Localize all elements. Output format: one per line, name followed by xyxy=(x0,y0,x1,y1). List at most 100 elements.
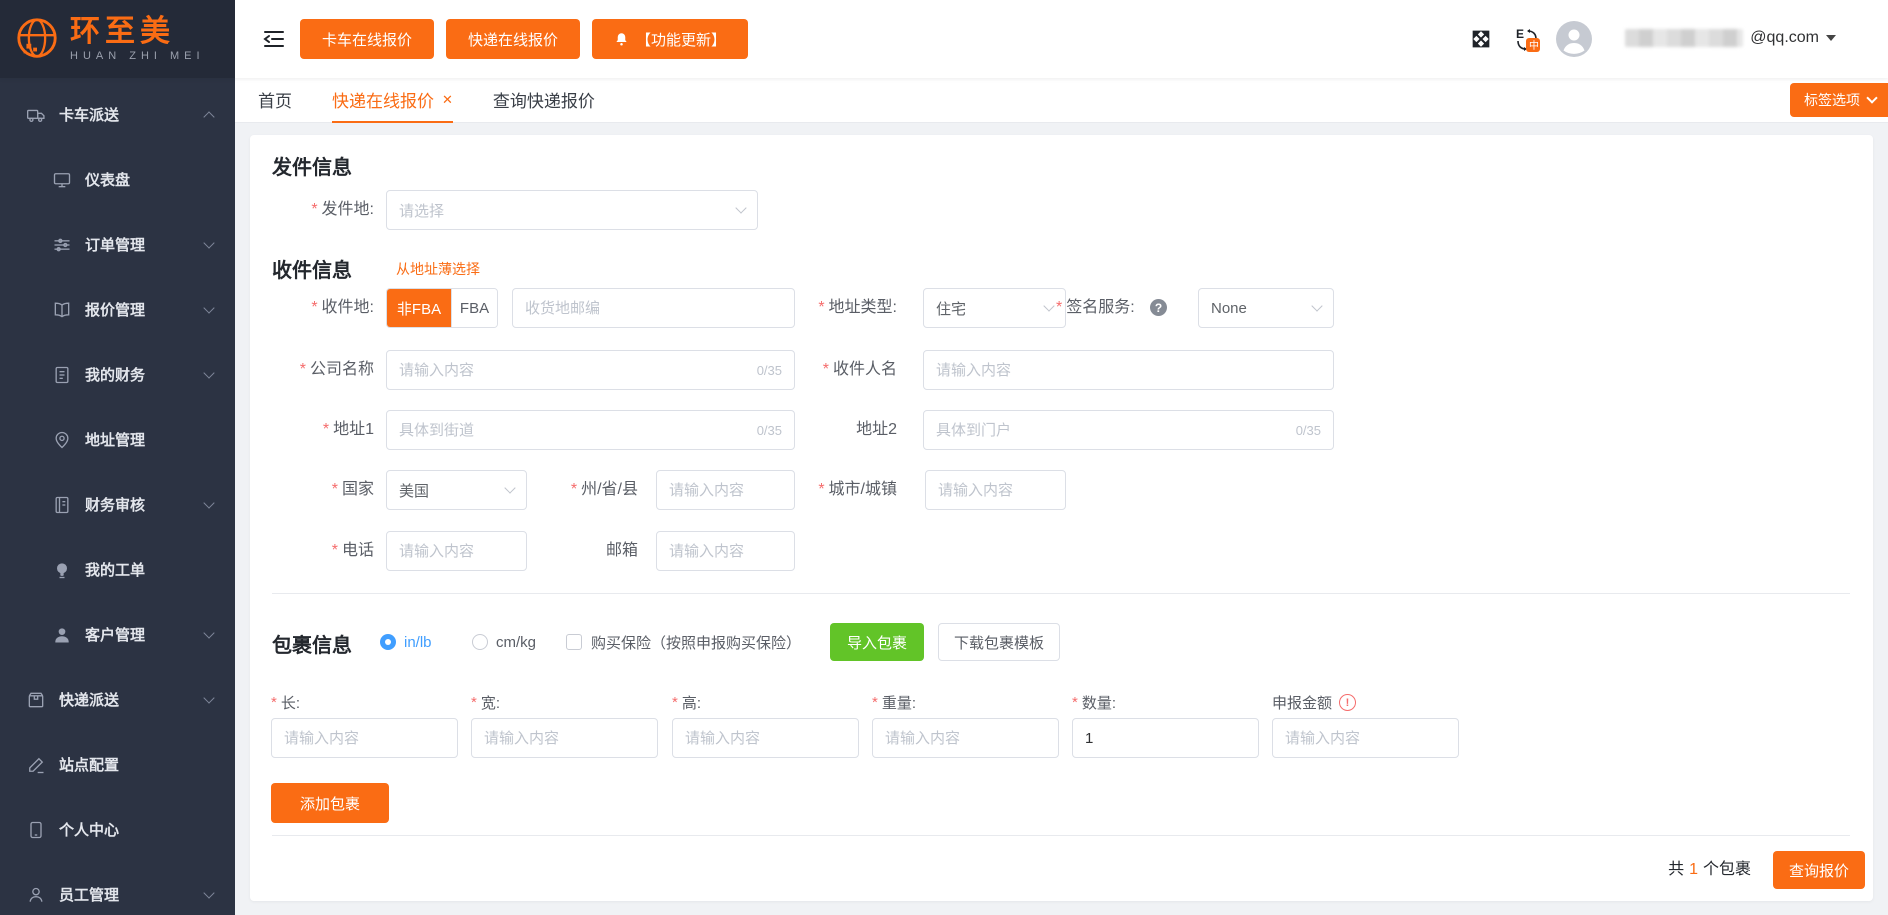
top-header: 环至美 HUAN ZHI MEI 卡车在线报价 快递在线报价 【功能更新】 xyxy=(0,0,1888,78)
feature-update-button[interactable]: 【功能更新】 xyxy=(592,19,748,59)
height-input[interactable] xyxy=(685,730,846,747)
email-input-box xyxy=(656,531,795,571)
dropdown-caret-icon xyxy=(1826,35,1836,46)
tag-options-button[interactable]: 标签选项 xyxy=(1790,83,1888,117)
quantity-input-box xyxy=(1072,718,1259,758)
sidebar-item-dashboard[interactable]: 仪表盘 xyxy=(0,147,235,212)
phone-input[interactable] xyxy=(399,543,514,560)
fba-toggle: 非FBA FBA xyxy=(386,288,498,328)
import-package-button[interactable]: 导入包裹 xyxy=(830,623,924,661)
unit-inlb-radio[interactable]: in/lb xyxy=(380,622,432,662)
fullscreen-icon[interactable] xyxy=(1470,28,1492,50)
declared-value-input[interactable] xyxy=(1285,730,1446,747)
sidebar-item-truck-dispatch[interactable]: 卡车派送 xyxy=(0,82,235,147)
address1-input[interactable] xyxy=(399,422,751,439)
state-input[interactable] xyxy=(669,482,782,499)
sidebar-fold-icon[interactable] xyxy=(262,27,286,51)
info-icon[interactable]: ! xyxy=(1339,694,1356,711)
length-input-box xyxy=(271,718,458,758)
weight-input[interactable] xyxy=(885,730,1046,747)
address-book-link[interactable]: 从地址薄选择 xyxy=(396,259,480,279)
tab-query-express-quote[interactable]: 查询快递报价 xyxy=(493,78,595,123)
section-divider xyxy=(272,835,1850,836)
chevron-down-icon xyxy=(504,482,515,493)
city-input[interactable] xyxy=(938,482,1053,499)
chevron-down-icon xyxy=(203,237,214,248)
package-section-title: 包裹信息 xyxy=(272,629,352,658)
city-input-box xyxy=(925,470,1066,510)
package-count: 1 xyxy=(1689,861,1698,878)
download-template-button[interactable]: 下载包裹模板 xyxy=(938,623,1060,661)
non-fba-toggle[interactable]: 非FBA xyxy=(387,289,451,327)
brand-name: 环至美 xyxy=(70,16,205,48)
close-icon[interactable]: ✕ xyxy=(442,93,453,106)
country-select[interactable]: 美国 xyxy=(386,470,527,510)
address2-input[interactable] xyxy=(936,422,1290,439)
tab-express-online-quote[interactable]: 快递在线报价 ✕ xyxy=(332,78,453,123)
tab-bar: 首页 快递在线报价 ✕ 查询快递报价 标签选项 xyxy=(235,78,1888,123)
insurance-checkbox[interactable]: 购买保险（按照申报购买保险） xyxy=(566,622,801,662)
width-input[interactable] xyxy=(484,730,645,747)
address-type-label: 地址类型: xyxy=(770,288,897,328)
fba-toggle-option[interactable]: FBA xyxy=(451,289,497,327)
user-email-domain: @qq.com xyxy=(1750,29,1819,47)
email-label: 邮箱 xyxy=(550,531,638,571)
declared-value-label: 申报金额 ! xyxy=(1272,692,1356,713)
brand-logo: 环至美 HUAN ZHI MEI xyxy=(0,0,235,78)
sidebar-item-express-dispatch[interactable]: 快递派送 xyxy=(0,667,235,732)
chevron-down-icon xyxy=(203,692,214,703)
truck-quote-button[interactable]: 卡车在线报价 xyxy=(300,19,434,59)
sidebar-item-my-finance[interactable]: 我的财务 xyxy=(0,342,235,407)
receiver-section-title: 收件信息 xyxy=(272,254,352,283)
width-input-box xyxy=(471,718,658,758)
bell-icon xyxy=(614,32,629,47)
chevron-down-icon xyxy=(203,497,214,508)
add-package-button[interactable]: 添加包裹 xyxy=(271,783,389,823)
sidebar-item-finance-audit[interactable]: 财务审核 xyxy=(0,472,235,537)
tab-home[interactable]: 首页 xyxy=(258,78,292,123)
address-type-select[interactable]: 住宅 xyxy=(923,288,1066,328)
sidebar-nav: 卡车派送 仪表盘 订单管理 报价管理 我的财务 地址 xyxy=(0,78,235,915)
company-input[interactable] xyxy=(399,362,751,379)
quantity-input[interactable] xyxy=(1085,730,1246,747)
user-menu[interactable]: @qq.com xyxy=(1625,29,1836,47)
chevron-down-icon xyxy=(1866,92,1877,103)
chevron-down-icon xyxy=(203,367,214,378)
help-icon[interactable]: ? xyxy=(1150,299,1167,316)
sidebar-item-customer-management[interactable]: 客户管理 xyxy=(0,602,235,667)
query-quote-button[interactable]: 查询报价 xyxy=(1773,851,1865,889)
sidebar-item-personal-center[interactable]: 个人中心 xyxy=(0,797,235,862)
state-label: 州/省/县 xyxy=(520,470,638,510)
ledger-icon xyxy=(52,495,72,515)
height-label: 高: xyxy=(672,692,701,713)
length-input[interactable] xyxy=(284,730,445,747)
radio-selected-icon xyxy=(380,634,396,650)
email-input[interactable] xyxy=(669,543,782,560)
sidebar-item-my-tickets[interactable]: 我的工单 xyxy=(0,537,235,602)
user-avatar[interactable] xyxy=(1556,21,1592,57)
sidebar-item-site-config[interactable]: 站点配置 xyxy=(0,732,235,797)
zip-input[interactable] xyxy=(525,300,782,317)
signature-service-select[interactable]: None xyxy=(1198,288,1334,328)
company-input-box: 0/35 xyxy=(386,350,795,390)
origin-select[interactable]: 请选择 xyxy=(386,190,758,230)
sidebar-item-order-management[interactable]: 订单管理 xyxy=(0,212,235,277)
recipient-input[interactable] xyxy=(936,362,1321,379)
svg-text:E: E xyxy=(1516,27,1524,41)
package-icon xyxy=(26,690,46,710)
sidebar-item-staff-management[interactable]: 员工管理 xyxy=(0,862,235,915)
language-switch-icon[interactable]: E 中 xyxy=(1512,25,1542,55)
svg-text:中: 中 xyxy=(1529,39,1539,52)
phone-label: 电话 xyxy=(274,531,374,571)
chevron-down-icon xyxy=(203,887,214,898)
length-label: 长: xyxy=(271,692,300,713)
express-quote-button[interactable]: 快递在线报价 xyxy=(446,19,580,59)
phone-input-box xyxy=(386,531,527,571)
sidebar-item-address-management[interactable]: 地址管理 xyxy=(0,407,235,472)
sidebar-item-quote-management[interactable]: 报价管理 xyxy=(0,277,235,342)
quote-form-card: 发件信息 发件地: 请选择 收件信息 从地址薄选择 收件地: 非FBA FBA … xyxy=(250,135,1873,901)
unit-cmkg-radio[interactable]: cm/kg xyxy=(472,622,536,662)
brand-subtitle: HUAN ZHI MEI xyxy=(70,50,205,62)
redacted-email xyxy=(1625,29,1743,47)
company-label: 公司名称 xyxy=(274,350,374,390)
